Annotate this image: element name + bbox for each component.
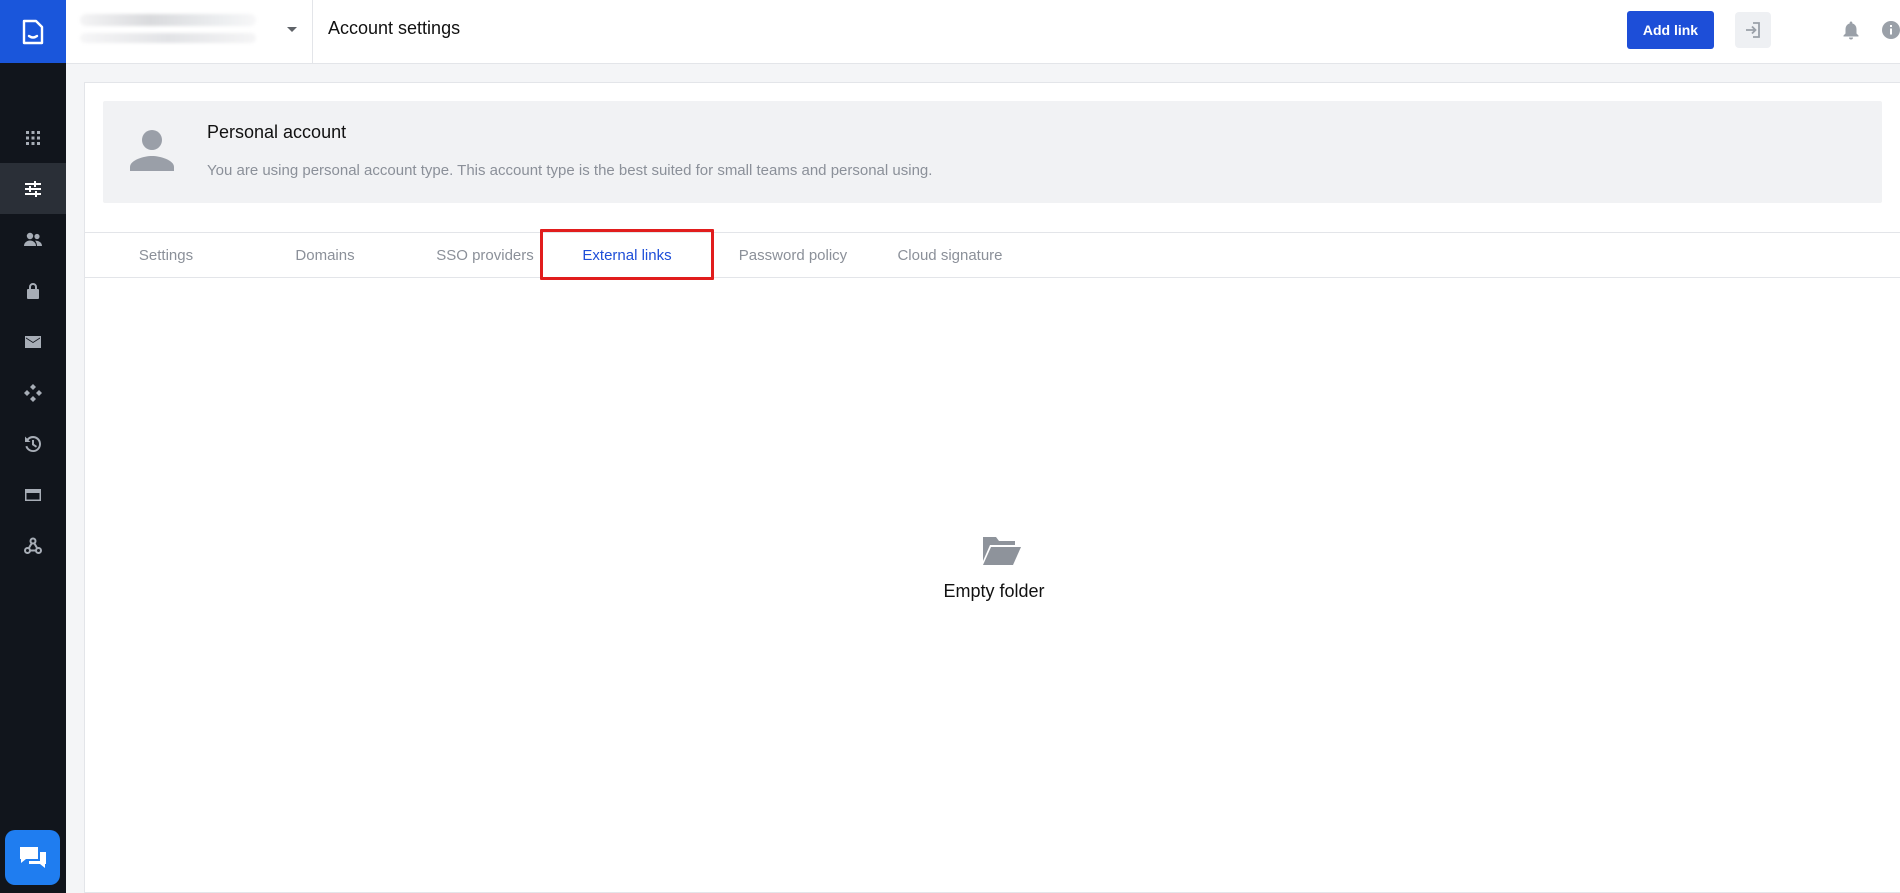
- sidebar-item-users[interactable]: [0, 214, 66, 265]
- open-folder-icon: [983, 537, 1021, 565]
- add-link-button[interactable]: Add link: [1627, 11, 1714, 49]
- people-icon: [24, 232, 42, 246]
- chat-support-button[interactable]: [5, 830, 60, 885]
- tab-external-links[interactable]: External links: [538, 229, 716, 280]
- diamond-nodes-icon: [24, 383, 42, 402]
- credit-card-icon: [25, 488, 41, 501]
- account-switcher[interactable]: [66, 0, 313, 63]
- main-card: Personal account You are using personal …: [84, 82, 1900, 893]
- info-icon: [1882, 21, 1900, 39]
- top-header: Account settings Add link: [66, 0, 1900, 64]
- tab-settings[interactable]: Settings: [122, 233, 210, 278]
- blurred-account-name: [80, 14, 256, 26]
- sidebar-item-billing[interactable]: [0, 469, 66, 520]
- bell-icon: [1843, 21, 1859, 40]
- chevron-down-icon: [287, 27, 297, 32]
- sidebar: [0, 0, 66, 893]
- person-avatar-icon: [130, 130, 174, 171]
- sidebar-item-settings[interactable]: [0, 163, 66, 214]
- account-type-panel: Personal account You are using personal …: [103, 101, 1882, 203]
- page-title: Account settings: [328, 18, 461, 38]
- notifications-button[interactable]: [1840, 18, 1862, 42]
- history-icon: [25, 435, 41, 452]
- apps-grid-icon: [26, 130, 40, 145]
- sidebar-nav: [0, 112, 66, 571]
- tab-cloud-signature[interactable]: Cloud signature: [875, 233, 1025, 278]
- tab-sso-providers[interactable]: SSO providers: [420, 233, 550, 278]
- login-icon-button[interactable]: [1735, 12, 1771, 48]
- tab-password-policy[interactable]: Password policy: [720, 233, 866, 278]
- settings-tabs: Settings Domains SSO providers External …: [85, 229, 1900, 280]
- tab-domains[interactable]: Domains: [281, 233, 369, 278]
- lock-icon: [27, 282, 39, 299]
- blurred-account-email: [80, 33, 256, 43]
- sidebar-item-integrations[interactable]: [0, 367, 66, 418]
- account-type-title: Personal account: [207, 122, 347, 142]
- sidebar-item-history[interactable]: [0, 418, 66, 469]
- empty-folder-message: Empty folder: [943, 581, 1045, 601]
- info-button[interactable]: [1879, 18, 1900, 42]
- webhook-icon: [24, 537, 42, 554]
- sidebar-item-dashboard[interactable]: [0, 112, 66, 163]
- sidebar-item-webhooks[interactable]: [0, 520, 66, 571]
- sidebar-item-security[interactable]: [0, 265, 66, 316]
- account-type-description: You are using personal account type. Thi…: [207, 162, 933, 179]
- mail-icon: [25, 335, 41, 348]
- sidebar-item-mail[interactable]: [0, 316, 66, 367]
- app-logo[interactable]: [0, 0, 66, 63]
- document-logo-icon: [22, 19, 44, 44]
- chat-bubbles-icon: [19, 846, 46, 868]
- empty-state: Empty folder: [85, 278, 1900, 893]
- login-icon: [1746, 22, 1760, 38]
- sliders-icon: [25, 180, 41, 197]
